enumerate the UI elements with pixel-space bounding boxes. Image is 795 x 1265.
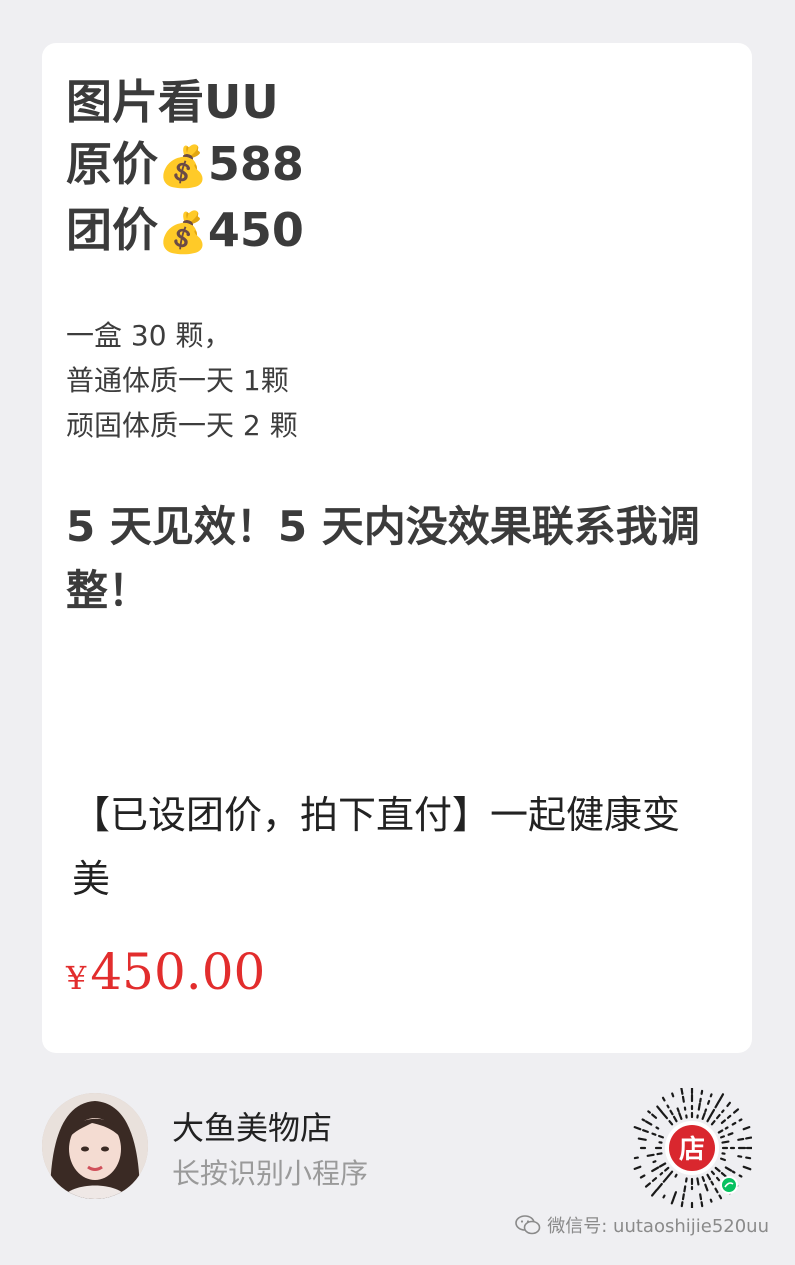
description-line: 顽固体质一天 2 颗: [66, 409, 298, 442]
wechat-id-text: 微信号: uutaoshijie520uu: [547, 1216, 769, 1237]
headline-line-1: 图片看UU: [66, 69, 279, 135]
promo-text: 5 天见效！5 天内没效果联系我调整！: [66, 502, 700, 615]
description-line: 一盒 30 颗，: [66, 319, 232, 352]
money-bag-icon: 💰: [158, 210, 208, 256]
group-price-label: 团价: [66, 203, 158, 257]
group-price-value: 450: [207, 203, 304, 257]
mini-program-hint: 长按识别小程序: [172, 1157, 369, 1190]
shop-name[interactable]: 大鱼美物店: [172, 1103, 332, 1149]
shop-avatar[interactable]: [42, 1093, 148, 1199]
money-bag-icon: 💰: [158, 144, 208, 190]
product-title[interactable]: 【已设团价，拍下直付】一起健康变美: [72, 783, 712, 911]
currency-symbol: ¥: [66, 959, 87, 997]
headline-title: 图片看UU: [66, 75, 279, 129]
group-price-line: 团价💰450: [66, 197, 304, 266]
mini-program-qr-code[interactable]: 店: [632, 1085, 755, 1212]
description-line: 普通体质一天 1颗: [66, 364, 289, 397]
qr-badge-label: 店: [679, 1135, 705, 1165]
original-price-label: 原价: [66, 137, 158, 191]
wechat-id-watermark: 微信号: uutaoshijie520uu: [515, 1212, 769, 1238]
product-card[interactable]: 图片看UU 原价💰588 团价💰450 一盒 30 颗， 普通体质一天 1颗 顽…: [42, 43, 752, 1053]
original-price-line: 原价💰588: [66, 131, 304, 200]
original-price-value: 588: [207, 137, 304, 191]
mini-program-icon: [722, 1178, 736, 1192]
product-price: ¥450.00: [66, 943, 265, 1001]
product-description: 一盒 30 颗， 普通体质一天 1颗 顽固体质一天 2 颗: [66, 313, 298, 448]
price-value: 450.00: [90, 943, 266, 1001]
wechat-icon: [515, 1215, 541, 1235]
